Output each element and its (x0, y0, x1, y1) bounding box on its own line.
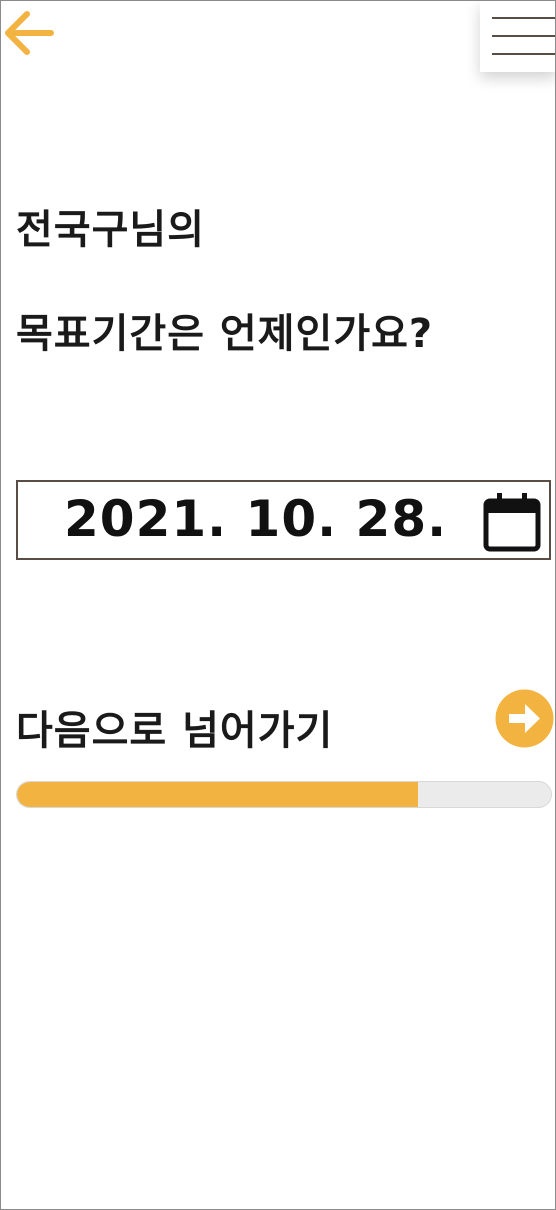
back-button[interactable] (1, 5, 57, 61)
progress-bar (16, 781, 552, 808)
question-title-line1: 전국구님의 (16, 207, 205, 253)
progress-bar-fill (17, 782, 418, 807)
hamburger-menu-icon-bar-bottom (492, 53, 555, 55)
date-value: 2021. 10. 28. (64, 490, 448, 548)
next-step-button[interactable] (495, 689, 554, 748)
calendar-icon[interactable] (482, 491, 542, 553)
question-title-line2: 목표기간은 언제인가요? (16, 311, 434, 357)
arrow-left-icon (5, 11, 54, 55)
hamburger-menu-icon-bar-middle (492, 35, 555, 37)
next-step-label[interactable]: 다음으로 넘어가기 (16, 698, 333, 756)
arrow-right-circle-icon (495, 689, 554, 748)
date-picker-field[interactable]: 2021. 10. 28. (16, 480, 551, 560)
app-screen: 전국구님의 목표기간은 언제인가요? 2021. 10. 28. 다음으로 넘어… (0, 0, 556, 1210)
hamburger-menu-icon-bar-top (492, 17, 555, 19)
menu-button[interactable] (480, 1, 555, 72)
